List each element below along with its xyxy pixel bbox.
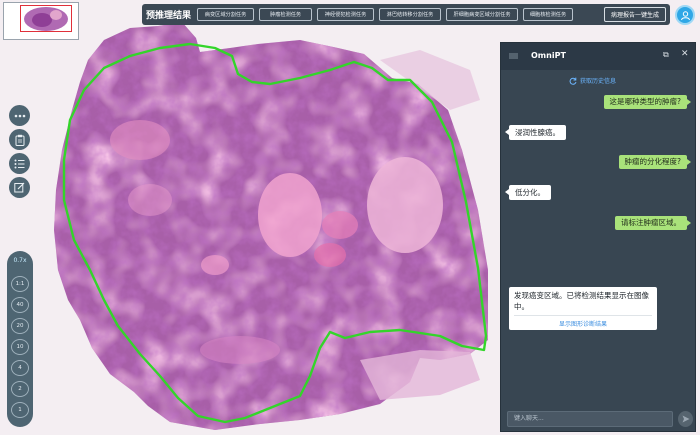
user-icon <box>680 10 690 20</box>
zoom-panel: 0.7x 1:1 40 20 10 4 2 1 <box>7 251 33 427</box>
zoom-level-2[interactable]: 2 <box>11 381 29 397</box>
list-icon <box>14 159 25 168</box>
task-nucleus-detection-button[interactable]: 细胞核检测任务 <box>523 8 574 21</box>
history-link[interactable]: 获取历史信息 <box>569 76 616 85</box>
edit-icon <box>14 182 25 193</box>
refresh-icon <box>569 77 577 85</box>
chat-title: OmniPT <box>531 51 566 60</box>
zoom-current-level: 0.7x <box>13 257 27 264</box>
bot-message: 低分化。 <box>505 185 551 200</box>
task-lesion-segmentation-button[interactable]: 病变区域分割任务 <box>197 8 255 21</box>
more-options-button[interactable] <box>9 105 30 126</box>
toolbar-title: 预推理结果 <box>146 11 192 21</box>
task-lymph-metastasis-button[interactable]: 淋巴结转移分割任务 <box>379 8 442 21</box>
task-toolbar: 预推理结果 病变区域分割任务 肿瘤检测任务 神经侵犯检测任务 淋巴结转移分割任务… <box>142 4 670 25</box>
bot-message: 浸润性腺癌。 <box>505 125 566 140</box>
show-diagnosis-link[interactable]: 显示图形诊断结果 <box>514 315 652 328</box>
edit-button[interactable] <box>9 177 30 198</box>
user-message: 肿瘤的分化程度? <box>618 155 692 169</box>
generate-report-button[interactable]: 病理报告一键生成 <box>603 7 666 22</box>
chat-header: OmniPT ⧉ ✕ <box>501 43 695 70</box>
user-message: 这是哪种类型的肿瘤? <box>603 95 692 109</box>
send-icon <box>682 415 689 423</box>
zoom-level-4[interactable]: 4 <box>11 360 29 376</box>
slide-thumbnail[interactable] <box>3 2 79 40</box>
clipboard-icon <box>15 134 24 146</box>
more-dots-icon <box>14 114 25 117</box>
zoom-level-40[interactable]: 40 <box>11 297 29 313</box>
chat-input[interactable]: 键入聊天... <box>507 411 673 427</box>
user-avatar[interactable] <box>675 5 695 25</box>
window-copy-icon[interactable]: ⧉ <box>663 50 669 60</box>
zoom-level-20[interactable]: 20 <box>11 318 29 334</box>
history-link-label: 获取历史信息 <box>580 78 617 85</box>
clipboard-button[interactable] <box>9 129 30 150</box>
result-message-text: 发现癌变区域。已将检测结果显示在图像中。 <box>514 291 649 311</box>
task-nerve-invasion-button[interactable]: 神经侵犯检测任务 <box>317 8 375 21</box>
zoom-level-10[interactable]: 10 <box>11 339 29 355</box>
close-icon[interactable]: ✕ <box>681 49 689 59</box>
send-button[interactable] <box>678 411 693 427</box>
zoom-level-1-1[interactable]: 1:1 <box>11 276 29 292</box>
task-liver-lesion-button[interactable]: 肝细胞病变区域分割任务 <box>446 8 519 21</box>
viewport-indicator[interactable] <box>20 5 72 32</box>
list-button[interactable] <box>9 153 30 174</box>
chat-panel: OmniPT ⧉ ✕ 获取历史信息 这是哪种类型的肿瘤? 浸润性腺癌。 肿瘤的分… <box>500 42 696 432</box>
zoom-level-1[interactable]: 1 <box>11 402 29 418</box>
menu-icon[interactable] <box>509 53 518 59</box>
task-tumor-detection-button[interactable]: 肿瘤检测任务 <box>259 8 313 21</box>
bot-message-result: 发现癌变区域。已将检测结果显示在图像中。 显示图形诊断结果 <box>509 287 657 330</box>
user-message: 请标注肿瘤区域。 <box>615 216 691 230</box>
